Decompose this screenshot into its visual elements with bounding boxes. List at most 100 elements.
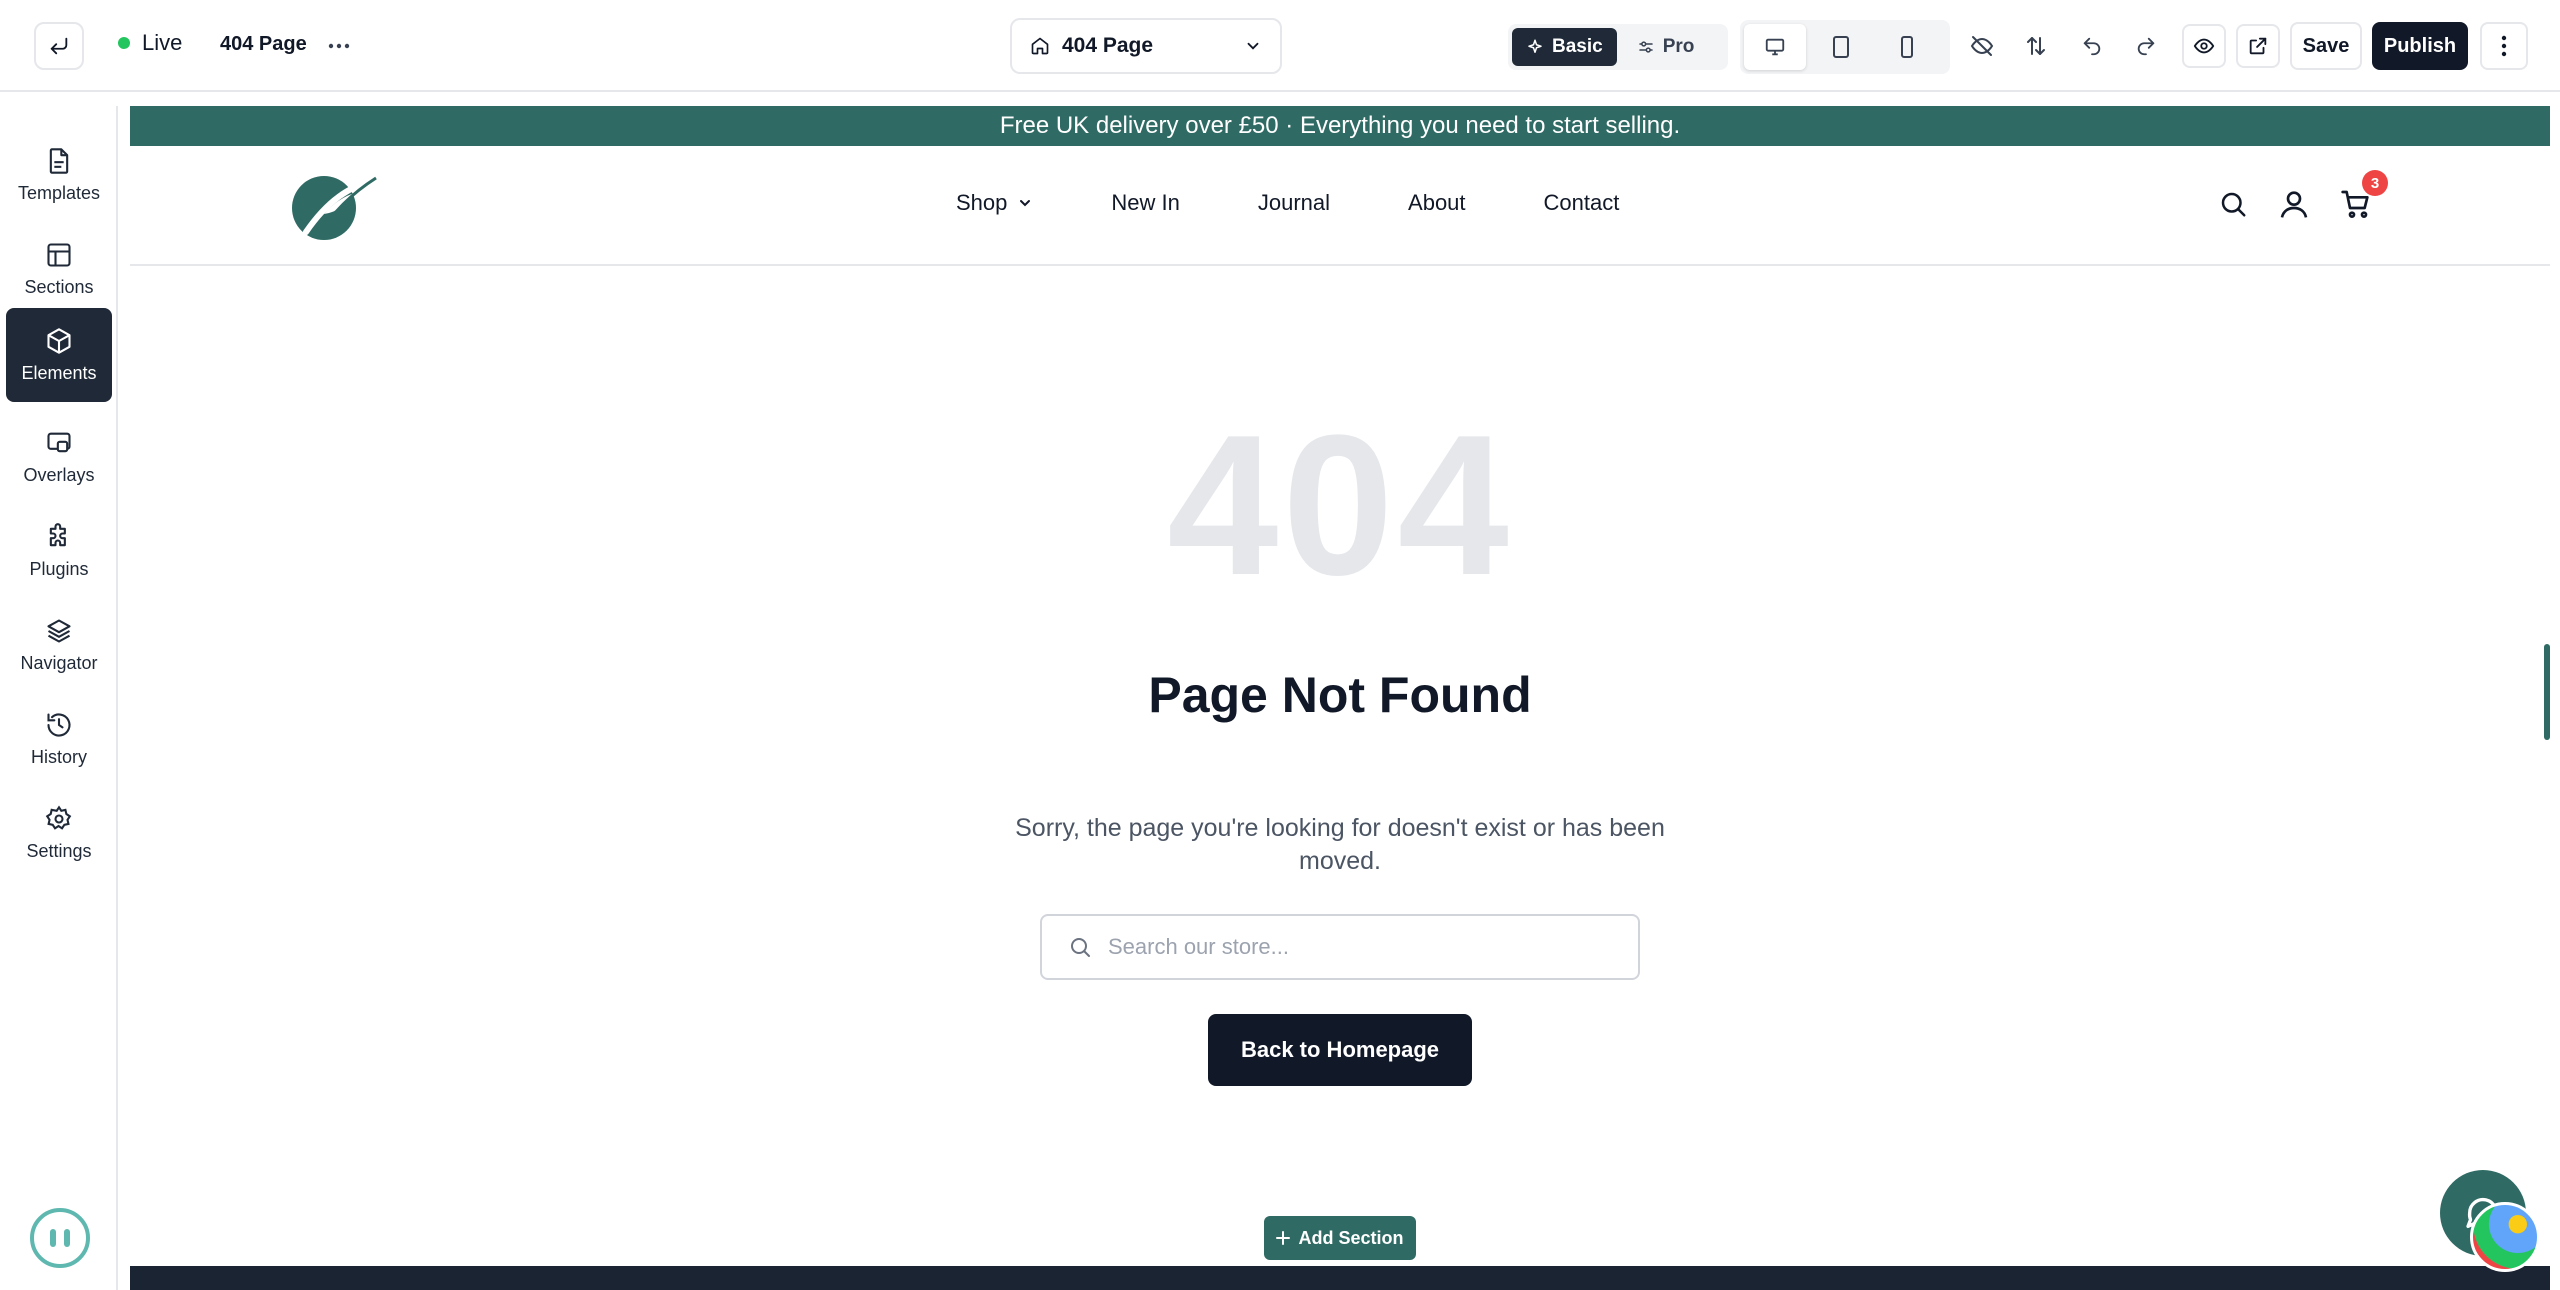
page-canvas: Free UK delivery over £50 · Everything y… xyxy=(130,106,2550,1290)
nav-item-about[interactable]: About xyxy=(1408,190,1466,216)
sidebar-item-plugins[interactable]: Plugins xyxy=(6,504,112,598)
mode-pro-button[interactable]: Pro xyxy=(1623,28,1709,66)
mode-basic-label: Basic xyxy=(1552,36,1603,57)
sparkle-icon xyxy=(1528,39,1542,53)
sidebar-item-history[interactable]: History xyxy=(6,692,112,786)
tablet-view-button[interactable] xyxy=(1810,24,1872,70)
site-logo[interactable] xyxy=(288,170,378,242)
editor-toolbar: Live 404 Page 404 Page Basic Pro Save Pu… xyxy=(0,0,2560,92)
save-button[interactable]: Save xyxy=(2290,22,2362,70)
page-name: 404 Page xyxy=(220,33,307,55)
mode-basic-button[interactable]: Basic xyxy=(1512,28,1617,66)
desktop-icon xyxy=(1765,38,1785,56)
mode-pro-label: Pro xyxy=(1662,36,1695,57)
add-section-button[interactable]: Add Section xyxy=(1264,1216,1416,1260)
error-message: Sorry, the page you're looking for doesn… xyxy=(1015,814,1665,875)
history-icon xyxy=(47,712,71,737)
desktop-view-button[interactable] xyxy=(1744,24,1806,70)
external-link-icon xyxy=(2249,37,2267,55)
sidebar-item-label: Elements xyxy=(21,362,97,383)
canvas-scrollbar[interactable] xyxy=(2544,644,2550,740)
sidebar-item-elements[interactable]: Elements xyxy=(6,308,112,402)
error-title: Page Not Found xyxy=(1148,667,1532,723)
back-to-homepage-button[interactable]: Back to Homepage xyxy=(1208,1014,1472,1086)
nav-item-journal[interactable]: Journal xyxy=(1258,190,1330,216)
cart-button[interactable]: 3 xyxy=(2340,170,2388,220)
more-horizontal-icon xyxy=(328,43,350,49)
error-code: 404 xyxy=(1167,394,1513,617)
store-search-input[interactable]: Search our store... xyxy=(1040,914,1640,980)
redo-icon xyxy=(2137,37,2155,56)
editor-sidebar: Templates Sections Elements Overlays Plu… xyxy=(0,106,118,1290)
sidebar-item-navigator[interactable]: Navigator xyxy=(6,598,112,692)
eye-icon xyxy=(2193,38,2215,54)
page-options-button[interactable] xyxy=(324,26,354,66)
main-nav: Shop New In Journal About Contact xyxy=(956,190,1619,216)
sidebar-item-templates[interactable]: Templates xyxy=(6,128,112,222)
gear-icon xyxy=(45,804,72,830)
reorder-button[interactable] xyxy=(2014,24,2058,68)
nav-item-contact[interactable]: Contact xyxy=(1544,190,1620,216)
site-footer xyxy=(130,1266,2550,1290)
leaf-logo-icon xyxy=(292,175,378,240)
exit-editor-button[interactable] xyxy=(34,22,84,70)
search-icon[interactable] xyxy=(2218,189,2248,219)
status-dot xyxy=(118,37,130,49)
page-selector-value: 404 Page xyxy=(1062,34,1154,57)
sidebar-item-label: Overlays xyxy=(23,464,95,485)
cart-count-badge: 3 xyxy=(2362,170,2388,196)
home-icon xyxy=(1031,37,1049,55)
file-icon xyxy=(49,147,69,174)
layout-icon xyxy=(47,242,71,267)
search-icon xyxy=(1071,938,1090,957)
ai-eye-right xyxy=(64,1229,70,1247)
sidebar-item-label: Plugins xyxy=(29,558,89,579)
chevron-down-icon xyxy=(1020,200,1031,207)
eye-off-icon xyxy=(1970,36,1994,56)
sliders-icon xyxy=(1638,41,1653,53)
mobile-icon xyxy=(1901,36,1913,58)
sidebar-item-sections[interactable]: Sections xyxy=(6,222,112,316)
page-selector[interactable]: 404 Page xyxy=(1010,18,1282,74)
account-icon[interactable] xyxy=(2278,188,2310,220)
sort-arrows-icon xyxy=(2027,37,2045,55)
sidebar-item-label: Navigator xyxy=(20,652,98,673)
preview-button[interactable] xyxy=(2182,24,2226,68)
sidebar-item-label: Templates xyxy=(17,182,101,203)
sidebar-item-overlays[interactable]: Overlays xyxy=(6,410,112,504)
tablet-icon xyxy=(1833,36,1849,58)
add-section-label: Add Section xyxy=(1298,1227,1404,1248)
site-header: Shop New In Journal About Contact 3 xyxy=(130,146,2550,266)
announcement-bar: Free UK delivery over £50 · Everything y… xyxy=(130,106,2550,146)
more-options-button[interactable] xyxy=(2480,22,2528,70)
sidebar-item-settings[interactable]: Settings xyxy=(6,786,112,880)
nav-item-shop[interactable]: Shop xyxy=(956,190,1033,216)
status-label: Live xyxy=(142,30,183,55)
open-live-button[interactable] xyxy=(2236,24,2280,68)
sidebar-item-label: History xyxy=(30,746,87,767)
search-placeholder: Search our store... xyxy=(1108,934,1289,959)
cube-icon xyxy=(47,327,71,354)
publish-status: Live xyxy=(118,30,182,56)
editor-mode-toggle: Basic Pro xyxy=(1508,24,1728,70)
overlay-icon xyxy=(47,432,71,452)
redo-button[interactable] xyxy=(2124,24,2168,68)
undo-button[interactable] xyxy=(2070,24,2114,68)
hide-elements-button[interactable] xyxy=(1960,24,2004,68)
undo-icon xyxy=(2083,37,2101,56)
puzzle-icon xyxy=(49,522,66,546)
more-vertical-icon xyxy=(2501,35,2507,57)
ai-assistant-button[interactable] xyxy=(30,1208,90,1268)
header-actions: 3 xyxy=(2218,170,2388,220)
chevron-down-icon xyxy=(1247,42,1259,50)
nav-label: Shop xyxy=(956,190,1008,215)
return-icon xyxy=(50,37,68,55)
sidebar-item-label: Settings xyxy=(26,840,92,861)
layers-icon xyxy=(47,618,71,643)
ai-eye-left xyxy=(50,1229,56,1247)
support-avatar[interactable] xyxy=(2470,1202,2540,1272)
plus-icon xyxy=(1276,1231,1291,1245)
publish-button[interactable]: Publish xyxy=(2372,22,2468,70)
nav-item-new-in[interactable]: New In xyxy=(1111,190,1179,216)
mobile-view-button[interactable] xyxy=(1876,24,1938,70)
